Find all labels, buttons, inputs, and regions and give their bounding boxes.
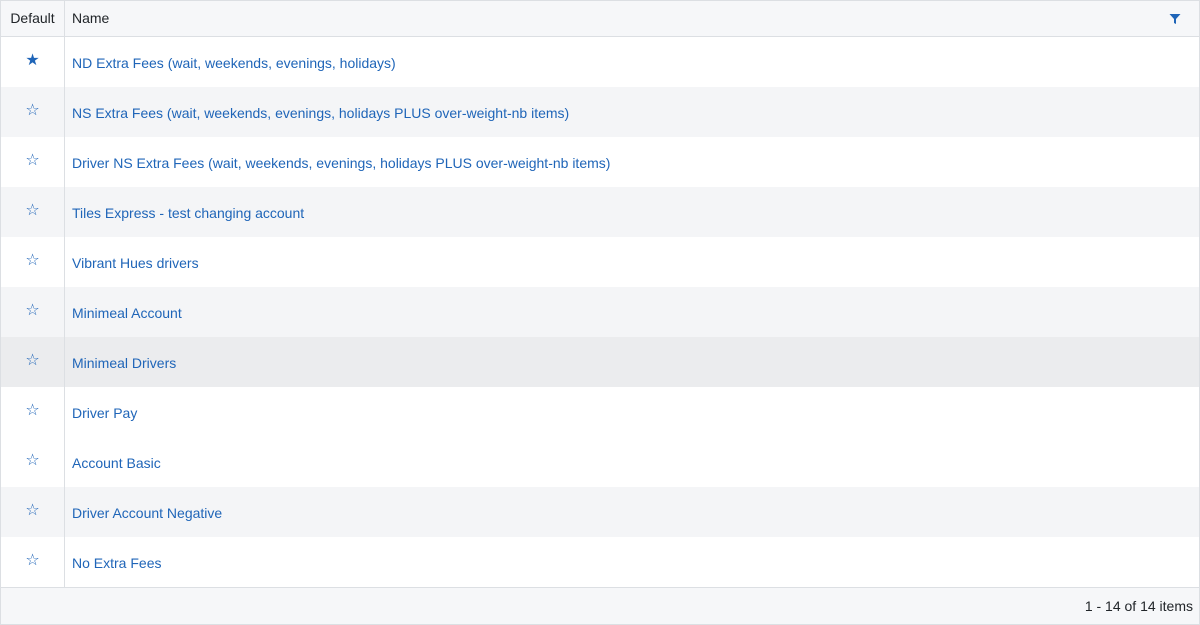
default-cell: ☆: [1, 237, 65, 287]
template-name-link[interactable]: Minimeal Account: [72, 287, 182, 337]
star-outline-icon[interactable]: ☆: [25, 402, 39, 420]
star-outline-icon[interactable]: ☆: [25, 252, 39, 270]
grid-header: Default Name: [1, 1, 1199, 37]
table-row[interactable]: ☆ Driver NS Extra Fees (wait, weekends, …: [1, 137, 1199, 187]
star-outline-icon[interactable]: ☆: [25, 102, 39, 120]
star-filled-icon[interactable]: ★: [25, 52, 39, 70]
default-cell: ☆: [1, 387, 65, 437]
default-column-header[interactable]: Default: [1, 1, 65, 36]
default-cell: ☆: [1, 187, 65, 237]
default-cell: ☆: [1, 137, 65, 187]
table-row[interactable]: ☆ Minimeal Account: [1, 287, 1199, 337]
default-cell: ☆: [1, 537, 65, 587]
default-cell: ☆: [1, 337, 65, 387]
template-name-link[interactable]: Driver Pay: [72, 387, 137, 437]
table-row[interactable]: ☆ Tiles Express - test changing account: [1, 187, 1199, 237]
template-name-link[interactable]: Account Basic: [72, 437, 161, 487]
star-outline-icon[interactable]: ☆: [25, 152, 39, 170]
grid-footer-pager: 1 - 14 of 14 items: [1, 587, 1199, 624]
name-column-header[interactable]: Name: [72, 1, 1152, 36]
star-outline-icon[interactable]: ☆: [25, 302, 39, 320]
default-cell: ★: [1, 37, 65, 87]
template-name-link[interactable]: NS Extra Fees (wait, weekends, evenings,…: [72, 87, 569, 137]
table-row[interactable]: ☆ No Extra Fees: [1, 537, 1199, 587]
template-name-link[interactable]: ND Extra Fees (wait, weekends, evenings,…: [72, 37, 396, 87]
filter-icon[interactable]: [1169, 13, 1181, 25]
table-row[interactable]: ☆ Driver Account Negative: [1, 487, 1199, 537]
table-row[interactable]: ★ ND Extra Fees (wait, weekends, evening…: [1, 37, 1199, 87]
star-outline-icon[interactable]: ☆: [25, 202, 39, 220]
star-outline-icon[interactable]: ☆: [25, 502, 39, 520]
template-name-link[interactable]: Tiles Express - test changing account: [72, 187, 304, 237]
table-row[interactable]: ☆ NS Extra Fees (wait, weekends, evening…: [1, 87, 1199, 137]
template-name-link[interactable]: No Extra Fees: [72, 537, 161, 587]
default-cell: ☆: [1, 287, 65, 337]
star-outline-icon[interactable]: ☆: [25, 452, 39, 470]
star-outline-icon[interactable]: ☆: [25, 352, 39, 370]
templates-grid: Default Name ★ ND Extra Fees (wait, week…: [0, 0, 1200, 625]
template-name-link[interactable]: Driver NS Extra Fees (wait, weekends, ev…: [72, 137, 610, 187]
pager-info: 1 - 14 of 14 items: [1084, 598, 1193, 614]
default-cell: ☆: [1, 437, 65, 487]
table-row[interactable]: ☆ Account Basic: [1, 437, 1199, 487]
default-cell: ☆: [1, 487, 65, 537]
template-name-link[interactable]: Driver Account Negative: [72, 487, 222, 537]
default-cell: ☆: [1, 87, 65, 137]
table-row[interactable]: ☆ Vibrant Hues drivers: [1, 237, 1199, 287]
table-row[interactable]: ☆ Minimeal Drivers: [1, 337, 1199, 387]
table-row[interactable]: ☆ Driver Pay: [1, 387, 1199, 437]
grid-body: ★ ND Extra Fees (wait, weekends, evening…: [1, 37, 1199, 587]
star-outline-icon[interactable]: ☆: [25, 552, 39, 570]
template-name-link[interactable]: Vibrant Hues drivers: [72, 237, 199, 287]
template-name-link[interactable]: Minimeal Drivers: [72, 337, 176, 387]
